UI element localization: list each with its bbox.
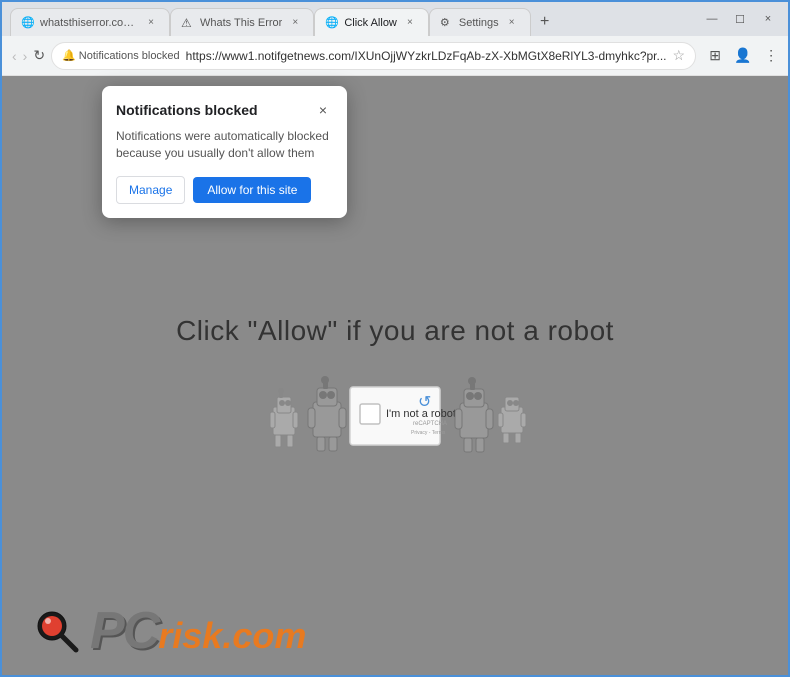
- page-content: Click "Allow" if you are not a robot: [176, 315, 614, 477]
- maximize-button[interactable]: ☐: [728, 10, 752, 28]
- pcrisk-risk-text: risk: [158, 615, 222, 657]
- notification-popup: Notifications blocked × Notifications we…: [102, 86, 347, 218]
- tab3-close-icon[interactable]: ×: [402, 15, 418, 31]
- window-controls: — ☐ ×: [692, 10, 780, 28]
- security-label: Notifications blocked: [79, 50, 180, 62]
- browser-menu-icon[interactable]: ⊞: [702, 43, 728, 69]
- popup-message: Notifications were automatically blocked…: [116, 128, 333, 162]
- svg-text:↺: ↺: [418, 394, 431, 411]
- tab4-favicon-icon: ⚙: [440, 16, 454, 30]
- robots-svg: I'm not a robot ↺ reCAPTCHA Privacy - Te…: [255, 367, 535, 477]
- tab-click-allow[interactable]: 🌐 Click Allow ×: [314, 8, 429, 36]
- close-button[interactable]: ×: [756, 10, 780, 28]
- tab-whats-this-error[interactable]: ⚠ Whats This Error ×: [170, 8, 314, 36]
- tab4-close-icon[interactable]: ×: [504, 15, 520, 31]
- address-bar: ‹ › ↻ 🔔 Notifications blocked https://ww…: [2, 36, 788, 76]
- forward-button[interactable]: ›: [23, 43, 28, 69]
- security-icon: 🔔: [62, 49, 76, 62]
- allow-for-site-button[interactable]: Allow for this site: [193, 177, 311, 203]
- pcrisk-dot-text: .: [222, 615, 232, 657]
- tab2-close-icon[interactable]: ×: [287, 15, 303, 31]
- profile-icon[interactable]: 👤: [730, 43, 756, 69]
- svg-text:Privacy - Terms: Privacy - Terms: [411, 430, 446, 436]
- bookmark-icon[interactable]: ☆: [673, 47, 686, 64]
- back-button[interactable]: ‹: [12, 43, 17, 69]
- tab-settings[interactable]: ⚙ Settings ×: [429, 8, 531, 36]
- tab2-favicon-icon: ⚠: [181, 16, 195, 30]
- content-area: Notifications blocked × Notifications we…: [2, 76, 788, 675]
- pcrisk-com-text: com: [232, 615, 306, 657]
- reload-button[interactable]: ↻: [33, 43, 45, 69]
- new-tab-button[interactable]: +: [531, 8, 559, 36]
- minimize-button[interactable]: —: [700, 10, 724, 28]
- svg-text:reCAPTCHA: reCAPTCHA: [413, 421, 447, 427]
- robot-illustration: I'm not a robot ↺ reCAPTCHA Privacy - Te…: [255, 367, 535, 477]
- tab-whatsthiserror[interactable]: 🌐 whatsthiserror.com/b... ×: [10, 8, 170, 36]
- tab-strip: 🌐 whatsthiserror.com/b... × ⚠ Whats This…: [10, 2, 692, 36]
- pcrisk-text: PC risk . com: [90, 605, 306, 657]
- manage-button[interactable]: Manage: [116, 176, 185, 204]
- title-bar: 🌐 whatsthiserror.com/b... × ⚠ Whats This…: [2, 2, 788, 36]
- toolbar-icons: ⊞ 👤 ⋮: [702, 43, 784, 69]
- security-indicator: 🔔 Notifications blocked: [62, 49, 180, 62]
- tab1-label: whatsthiserror.com/b...: [40, 17, 138, 29]
- tab4-label: Settings: [459, 17, 499, 29]
- pcrisk-pc-text: PC: [90, 605, 158, 657]
- pcrisk-magnifier-icon: [32, 606, 82, 656]
- url-text: https://www1.notifgetnews.com/IXUnOjjWYz…: [186, 49, 667, 63]
- popup-header: Notifications blocked ×: [116, 100, 333, 120]
- popup-title: Notifications blocked: [116, 102, 258, 118]
- more-menu-icon[interactable]: ⋮: [758, 43, 784, 69]
- url-bar[interactable]: 🔔 Notifications blocked https://www1.not…: [51, 42, 696, 70]
- tab3-favicon-icon: 🌐: [325, 16, 339, 30]
- tab1-close-icon[interactable]: ×: [143, 15, 159, 31]
- tab2-label: Whats This Error: [200, 17, 282, 29]
- browser-window: 🌐 whatsthiserror.com/b... × ⚠ Whats This…: [0, 0, 790, 677]
- pcrisk-logo: PC risk . com: [32, 605, 306, 657]
- tab3-label: Click Allow: [344, 17, 397, 29]
- tab1-favicon-icon: 🌐: [21, 16, 35, 30]
- popup-buttons: Manage Allow for this site: [116, 176, 333, 204]
- page-headline: Click "Allow" if you are not a robot: [176, 315, 614, 347]
- popup-close-button[interactable]: ×: [313, 100, 333, 120]
